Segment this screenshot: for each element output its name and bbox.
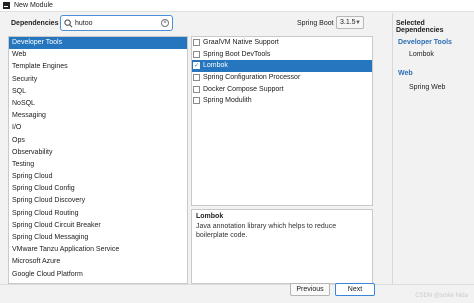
next-button[interactable]: Next [335,283,375,296]
category-item[interactable]: Spring Cloud Routing [9,208,187,220]
search-input[interactable]: hutoo × [60,15,173,31]
selected-dependency-item[interactable]: Spring Web [409,84,445,91]
category-item[interactable]: Spring Cloud [9,171,187,183]
checkbox-icon[interactable] [193,97,200,105]
category-item[interactable]: Spring Cloud Circuit Breaker [9,220,187,232]
dependency-item[interactable]: Spring Modulith [192,95,372,107]
dependency-item[interactable]: Spring Boot DevTools [192,49,372,61]
category-item[interactable]: NoSQL [9,98,187,110]
selected-group-title: Developer Tools [398,39,452,46]
dependency-item[interactable]: ✓ Lombok [192,60,372,72]
search-value: hutoo [75,19,93,27]
category-item[interactable]: Spring Cloud Messaging [9,232,187,244]
clear-search-icon[interactable]: × [161,19,169,27]
checkbox-icon[interactable] [193,39,200,47]
description-title: Lombok [196,213,224,220]
dependency-label: Spring Modulith [203,97,252,105]
window-title: New Module [14,2,53,9]
category-item[interactable]: SQL [9,86,187,98]
previous-button[interactable]: Previous [290,283,330,296]
category-item[interactable]: Security [9,74,187,86]
dependency-label: Spring Boot DevTools [203,50,271,58]
title-bar: New Module [0,0,474,12]
dependency-item[interactable]: Docker Compose Support [192,83,372,95]
checkbox-icon[interactable] [193,85,200,93]
selected-dependency-item[interactable]: Lombok [409,51,434,58]
category-item[interactable]: I/O [9,122,187,134]
category-item[interactable]: Template Engines [9,61,187,73]
selected-dependencies-panel: Selected Dependencies Developer Tools Lo… [392,13,474,284]
dependencies-label: Dependencies [11,20,59,27]
dependency-label: GraalVM Native Support [203,39,279,47]
spring-boot-version-select[interactable]: 3.1.5 ▼ [336,16,364,29]
category-item[interactable]: Developer Tools [9,37,187,50]
checkbox-icon[interactable] [193,74,200,82]
category-item[interactable]: VMware Tanzu Application Service [9,244,187,256]
spring-boot-label: Spring Boot [297,20,334,27]
spring-boot-version-value: 3.1.5 [340,19,356,26]
dependency-label: Docker Compose Support [203,85,284,93]
category-item[interactable]: Web [9,49,187,61]
category-item[interactable]: Spring Cloud Config [9,183,187,195]
dependency-list[interactable]: GraalVM Native Support Spring Boot DevToo… [191,36,373,206]
search-icon [64,18,73,27]
dependency-description: Lombok Java annotation library which hel… [191,209,373,284]
category-item[interactable]: Testing [9,159,187,171]
watermark: CSDN @smile Nida [415,293,468,299]
category-item[interactable]: Google Cloud Platform [9,269,187,281]
dependency-item[interactable]: GraalVM Native Support [192,37,372,49]
dependency-label: Lombok [203,62,228,70]
selected-group-title: Web [398,70,413,77]
footer-bar [0,284,474,303]
chevron-down-icon: ▼ [355,20,361,26]
description-text: Java annotation library which helps to r… [196,223,337,239]
category-item[interactable]: Spring Cloud Discovery [9,195,187,207]
selected-dependencies-title: Selected Dependencies [396,20,444,34]
checkbox-icon[interactable] [193,50,200,58]
dependency-label: Spring Configuration Processor [203,74,301,82]
intellij-app-icon [3,2,10,9]
checkbox-checked-icon[interactable]: ✓ [193,62,200,70]
category-item[interactable]: Observability [9,147,187,159]
category-item[interactable]: Ops [9,135,187,147]
dependency-item[interactable]: Spring Configuration Processor [192,72,372,84]
category-list[interactable]: Developer Tools Web Template Engines Securi… [8,36,188,284]
category-item[interactable]: Microsoft Azure [9,256,187,268]
category-item[interactable]: Messaging [9,110,187,122]
